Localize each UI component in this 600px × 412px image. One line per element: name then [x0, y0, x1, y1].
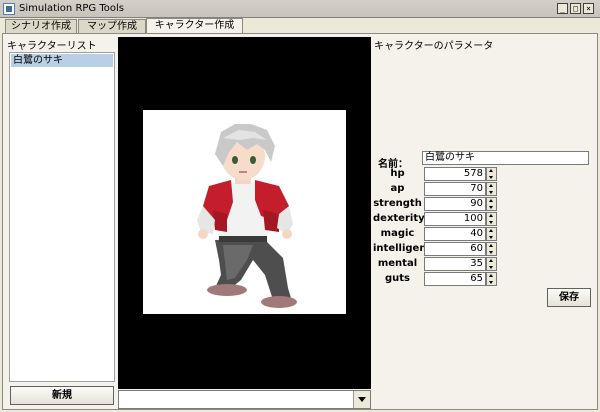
- guts-field[interactable]: 65: [424, 272, 486, 286]
- stat-row-strength: strength 90: [373, 197, 533, 211]
- hp-field[interactable]: 578: [424, 167, 486, 181]
- guts-spinner[interactable]: [486, 272, 497, 286]
- character-preview: [118, 37, 371, 389]
- minimize-button[interactable]: _: [557, 3, 568, 14]
- stat-row-guts: guts 65: [373, 272, 533, 286]
- character-list-title: キャラクターリスト: [7, 37, 99, 52]
- magic-field[interactable]: 40: [424, 227, 486, 241]
- close-button[interactable]: ×: [583, 3, 594, 14]
- character-sprite: [197, 124, 297, 308]
- character-parameters-panel: キャラクターのパラメータ 名前： 白鷺のサキ hp 578 ap 70 stre…: [373, 37, 595, 407]
- window-title: Simulation RPG Tools: [19, 3, 124, 14]
- character-image-frame: [143, 110, 346, 314]
- stat-label: guts: [384, 273, 410, 284]
- ap-field[interactable]: 70: [424, 182, 486, 196]
- hp-spinner[interactable]: [486, 167, 497, 181]
- intelligence-field[interactable]: 60: [424, 242, 486, 256]
- character-preview-panel: [118, 37, 371, 410]
- tab-content: キャラクターリスト 白鷺のサキ 新規 キャラクターのパラメータ 名前： 白鷺のサ…: [2, 33, 598, 410]
- stat-label: strength: [373, 198, 422, 209]
- parameters-title: キャラクターのパラメータ: [374, 37, 496, 52]
- tab-scenario[interactable]: シナリオ作成: [5, 19, 77, 34]
- dexterity-field[interactable]: 100: [424, 212, 486, 226]
- stat-row-dexterity: dexterity 100: [373, 212, 533, 226]
- stat-label: magic: [380, 228, 415, 239]
- list-item[interactable]: 白鷺のサキ: [11, 54, 113, 67]
- stat-label: hp: [390, 168, 405, 179]
- stat-label: intelligence: [373, 243, 440, 254]
- dexterity-spinner[interactable]: [486, 212, 497, 226]
- name-field[interactable]: 白鷺のサキ: [422, 151, 589, 165]
- stat-row-ap: ap 70: [373, 182, 533, 196]
- intelligence-spinner[interactable]: [486, 242, 497, 256]
- title-bar: Simulation RPG Tools _ □ ×: [0, 0, 600, 18]
- character-list-panel: キャラクターリスト 白鷺のサキ 新規: [6, 37, 118, 409]
- stat-label: dexterity: [373, 213, 425, 224]
- chevron-down-icon[interactable]: [353, 391, 370, 408]
- magic-spinner[interactable]: [486, 227, 497, 241]
- app-icon: [3, 3, 15, 15]
- stat-row-hp: hp 578: [373, 167, 533, 181]
- tab-map[interactable]: マップ作成: [78, 19, 146, 34]
- strength-field[interactable]: 90: [424, 197, 486, 211]
- maximize-button[interactable]: □: [570, 3, 581, 14]
- new-character-button[interactable]: 新規: [10, 386, 114, 405]
- strength-spinner[interactable]: [486, 197, 497, 211]
- ap-spinner[interactable]: [486, 182, 497, 196]
- stat-row-intelligence: intelligence 60: [373, 242, 533, 256]
- stat-row-mental: mental 35: [373, 257, 533, 271]
- mental-spinner[interactable]: [486, 257, 497, 271]
- character-list[interactable]: 白鷺のサキ: [9, 52, 115, 382]
- mental-field[interactable]: 35: [424, 257, 486, 271]
- save-button[interactable]: 保存: [547, 288, 591, 307]
- stat-label: ap: [390, 183, 405, 194]
- stat-row-magic: magic 40: [373, 227, 533, 241]
- stat-label: mental: [377, 258, 418, 269]
- image-select[interactable]: [118, 390, 371, 409]
